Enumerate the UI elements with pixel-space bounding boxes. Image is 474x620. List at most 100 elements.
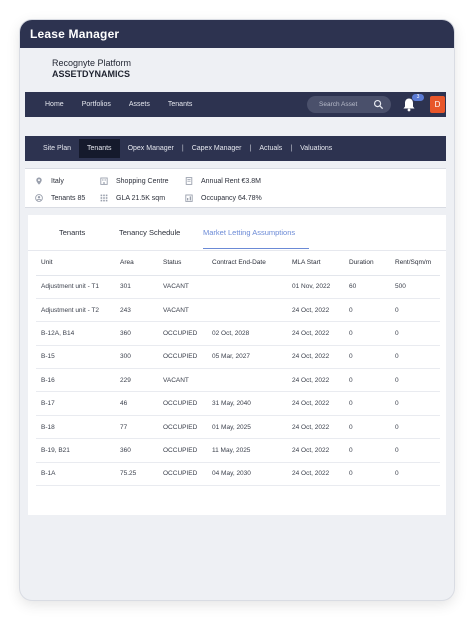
cell-duration: 60 [344,275,390,299]
col-area[interactable]: Area [115,251,158,276]
table-row[interactable]: Adjustment unit - T1 301 VACANT 01 Nov, 202… [36,275,440,299]
panel-tabs: Tenants Tenancy Schedule Market Letting … [28,215,446,251]
occupancy-icon [185,194,193,202]
col-status[interactable]: Status [158,251,207,276]
active-tab-indicator [203,248,309,249]
cell-duration: 0 [344,438,390,463]
cell-mla-start: 24 Oct, 2022 [287,298,344,323]
cell-duration: 0 [344,368,390,393]
col-unit[interactable]: Unit [36,251,115,276]
table-row[interactable]: B-15 300 OCCUPIED 05 Mar, 2027 24 Oct, 2022 0… [36,345,440,370]
document-icon [185,177,193,185]
country-text: Italy [51,177,64,185]
cell-area: 243 [115,298,158,323]
cell-duration: 0 [344,462,390,487]
cell-status: OCCUPIED [158,321,207,346]
col-contract-end-date[interactable]: Contract End-Date [207,251,287,276]
cell-rent-sqm-m: 0 [390,462,440,487]
avatar[interactable]: D [430,96,445,113]
subnav-opex-manager[interactable]: Opex Manager [120,139,182,158]
cell-rent-sqm-m: 500 [390,275,440,299]
cell-area: 77 [115,415,158,440]
nav-home[interactable]: Home [45,101,64,108]
top-nav: Home Portfolios Assets Tenants Search As… [25,92,446,117]
notification-badge: 3 [412,94,424,101]
gla-text: GLA 21.5K sqm [116,194,166,202]
annual-rent-text: Annual Rent €3.8M [201,177,261,185]
table-row[interactable]: B-1A 75.25 OCCUPIED 04 May, 2030 24 Oct, 202… [36,462,440,487]
cell-duration: 0 [344,298,390,323]
cell-mla-start: 24 Oct, 2022 [287,345,344,370]
cell-status: OCCUPIED [158,345,207,370]
cell-rent-sqm-m: 0 [390,345,440,370]
cell-mla-start: 01 Nov, 2022 [287,275,344,299]
cell-mla-start: 24 Oct, 2022 [287,391,344,416]
cell-unit: B-18 [36,415,115,440]
subnav-valuations[interactable]: Valuations [292,139,340,158]
subnav-capex-manager[interactable]: Capex Manager [184,139,250,158]
cell-area: 360 [115,321,158,346]
table-row[interactable]: B-18 77 OCCUPIED 01 May, 2025 24 Oct, 2022 0 0 [36,415,440,440]
cell-contract-end-date: 11 May, 2025 [207,438,287,463]
info-annual-rent: Annual Rent €3.8M [185,177,261,185]
table-row[interactable]: B-12A, B14 360 OCCUPIED 02 Oct, 2028 24 Oct,… [36,321,440,346]
asset-info-bar: Italy Shopping Centre Annual Rent €3.8M [25,168,446,208]
tab-market-letting-assumptions[interactable]: Market Letting Assumptions [203,228,295,237]
brand-line2: ASSETDYNAMICS [52,69,131,79]
cell-mla-start: 24 Oct, 2022 [287,462,344,487]
cell-contract-end-date: 04 May, 2030 [207,462,287,487]
user-icon [35,194,43,202]
cell-duration: 0 [344,321,390,346]
cell-status: VACANT [158,275,207,299]
cell-area: 300 [115,345,158,370]
subnav-tenants[interactable]: Tenants [79,139,120,158]
info-country: Italy [35,177,64,185]
col-duration[interactable]: Duration [344,251,390,276]
col-rent-sqm-m[interactable]: Rent/Sqm/m [390,251,440,276]
cell-status: VACANT [158,298,207,323]
col-mla-start[interactable]: MLA Start [287,251,344,276]
tab-tenancy-schedule[interactable]: Tenancy Schedule [119,228,180,237]
cell-status: OCCUPIED [158,462,207,487]
table-row[interactable]: B-17 46 OCCUPIED 31 May, 2040 24 Oct, 2022 0 0 [36,391,440,416]
table-row[interactable]: B-16 229 VACANT 24 Oct, 2022 0 0 [36,368,440,393]
cell-rent-sqm-m: 0 [390,321,440,346]
cell-status: VACANT [158,368,207,393]
cell-contract-end-date: 02 Oct, 2028 [207,321,287,346]
nav-tenants[interactable]: Tenants [168,101,193,108]
cell-contract-end-date [207,275,287,299]
cell-rent-sqm-m: 0 [390,438,440,463]
table-row[interactable]: Adjustment unit - T2 243 VACANT 24 Oct, 202… [36,298,440,323]
nav-assets[interactable]: Assets [129,101,150,108]
tab-tenants[interactable]: Tenants [59,228,85,237]
cell-mla-start: 24 Oct, 2022 [287,438,344,463]
search-input[interactable]: Search Asset [307,96,391,113]
cell-status: OCCUPIED [158,391,207,416]
cell-area: 301 [115,275,158,299]
mla-table: Unit Area Status Contract End-Date MLA S… [36,251,440,487]
cell-mla-start: 24 Oct, 2022 [287,415,344,440]
search-icon[interactable] [373,99,384,110]
tenants-count-text: Tenants 85 [51,194,86,202]
brand: Recognyte Platform ASSETDYNAMICS [52,58,131,80]
asset-subnav: Site Plan Tenants Opex Manager | Capex M… [25,136,446,161]
search-placeholder: Search Asset [319,101,358,108]
table-row[interactable]: B-19, B21 360 OCCUPIED 11 May, 2025 24 Oct, … [36,438,440,463]
cell-duration: 0 [344,415,390,440]
occupancy-text: Occupancy 64.78% [201,194,262,202]
info-asset-type: Shopping Centre [100,177,169,185]
cell-status: OCCUPIED [158,415,207,440]
grid-icon [100,194,108,202]
asset-type-text: Shopping Centre [116,177,169,185]
cell-area: 360 [115,438,158,463]
cell-unit: B-17 [36,391,115,416]
cell-rent-sqm-m: 0 [390,415,440,440]
subnav-site-plan[interactable]: Site Plan [35,139,79,158]
subnav-actuals[interactable]: Actuals [251,139,290,158]
app-window: Lease Manager Recognyte Platform ASSETDY… [20,20,454,600]
window-title: Lease Manager [20,20,454,48]
cell-rent-sqm-m: 0 [390,298,440,323]
cell-mla-start: 24 Oct, 2022 [287,321,344,346]
location-pin-icon [36,177,42,185]
nav-portfolios[interactable]: Portfolios [82,101,111,108]
